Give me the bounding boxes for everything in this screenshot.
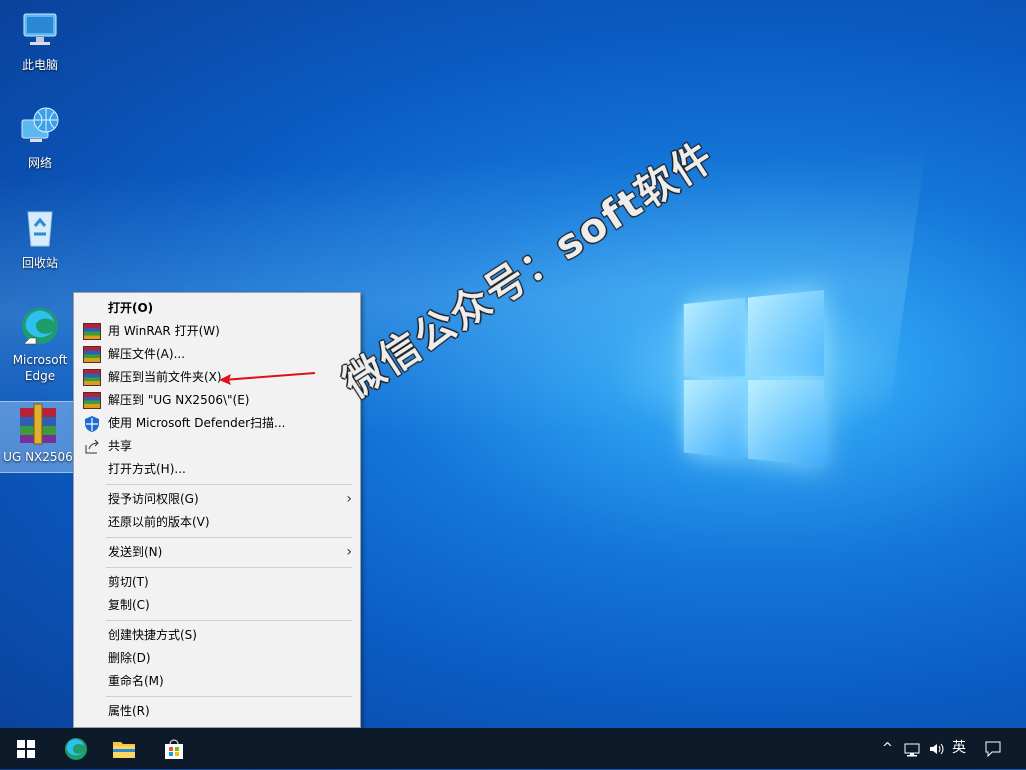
ug-nx2506-archive[interactable]: UG NX2506 xyxy=(0,401,77,473)
menu-item-delete[interactable]: 删除(D) xyxy=(74,647,360,670)
desktop-icon-label: UG NX2506 xyxy=(3,450,73,464)
chevron-right-icon: › xyxy=(346,491,352,507)
monitor-icon xyxy=(18,8,62,52)
store-bag-icon xyxy=(165,739,183,759)
menu-item-open[interactable]: 打开(O) xyxy=(74,297,360,320)
menu-item-create-shortcut[interactable]: 创建快捷方式(S) xyxy=(74,624,360,647)
menu-separator xyxy=(106,567,352,568)
windows-start-icon xyxy=(17,739,35,758)
taskbar-store-button[interactable] xyxy=(150,728,198,769)
share-icon xyxy=(83,438,101,455)
desktop-icon-label: 回收站 xyxy=(21,256,58,270)
menu-item-defender-scan[interactable]: 使用 Microsoft Defender扫描... xyxy=(74,412,360,435)
network-status-icon[interactable] xyxy=(904,729,922,770)
edge-icon xyxy=(65,737,87,760)
windows-logo-wallpaper xyxy=(683,290,824,470)
menu-item-send-to[interactable]: 发送到(N) › xyxy=(74,541,360,564)
winrar-icon xyxy=(83,392,101,409)
taskbar-edge-button[interactable] xyxy=(52,728,100,769)
this-pc-shortcut[interactable]: 此电脑 xyxy=(2,8,78,73)
menu-item-rename[interactable]: 重命名(M) xyxy=(74,670,360,693)
desktop-icon-label: 此电脑 xyxy=(21,58,58,72)
menu-item-cut[interactable]: 剪切(T) xyxy=(74,571,360,594)
menu-item-give-access[interactable]: 授予访问权限(G) › xyxy=(74,488,360,511)
menu-separator xyxy=(106,696,352,697)
menu-item-extract-to-folder[interactable]: 解压到 "UG NX2506\"(E) xyxy=(74,389,360,412)
menu-separator xyxy=(106,537,352,538)
winrar-icon xyxy=(83,369,101,386)
recycle-bin-shortcut[interactable]: 回收站 xyxy=(2,206,78,271)
menu-item-restore-versions[interactable]: 还原以前的版本(V) xyxy=(74,511,360,534)
winrar-icon xyxy=(83,346,101,363)
menu-separator xyxy=(106,620,352,621)
menu-item-extract-files[interactable]: 解压文件(A)... xyxy=(74,343,360,366)
taskbar-file-explorer-button[interactable] xyxy=(100,728,148,769)
menu-item-properties[interactable]: 属性(R) xyxy=(74,700,360,723)
volume-icon[interactable] xyxy=(928,728,946,769)
taskbar: ^ 英 xyxy=(0,728,1026,769)
recycle-bin-icon xyxy=(18,206,62,250)
defender-shield-icon xyxy=(83,415,101,432)
edge-shortcut[interactable]: Microsoft Edge xyxy=(2,304,78,384)
chevron-right-icon: › xyxy=(346,544,352,560)
desktop-icon-label: 网络 xyxy=(27,156,52,170)
ime-indicator[interactable]: 英 xyxy=(952,728,966,769)
show-hidden-icons-chevron-up-icon[interactable]: ^ xyxy=(882,728,893,769)
network-globe-icon xyxy=(18,106,62,150)
menu-item-share[interactable]: 共享 xyxy=(74,435,360,458)
folder-icon xyxy=(113,741,135,758)
menu-item-copy[interactable]: 复制(C) xyxy=(74,594,360,617)
winrar-icon xyxy=(83,323,101,340)
annotation-arrow xyxy=(219,372,316,385)
desktop-icon-label: Microsoft Edge xyxy=(12,353,68,383)
winrar-archive-icon xyxy=(16,402,60,446)
notification-center-icon[interactable] xyxy=(984,728,1002,769)
start-button[interactable] xyxy=(2,728,50,769)
menu-item-open-with[interactable]: 打开方式(H)... xyxy=(74,458,360,481)
menu-item-open-with-winrar[interactable]: 用 WinRAR 打开(W) xyxy=(74,320,360,343)
menu-separator xyxy=(106,484,352,485)
network-shortcut[interactable]: 网络 xyxy=(2,106,78,171)
context-menu: 打开(O) 用 WinRAR 打开(W) 解压文件(A)... 解压到当前文件夹… xyxy=(73,292,361,728)
edge-icon xyxy=(18,304,62,348)
